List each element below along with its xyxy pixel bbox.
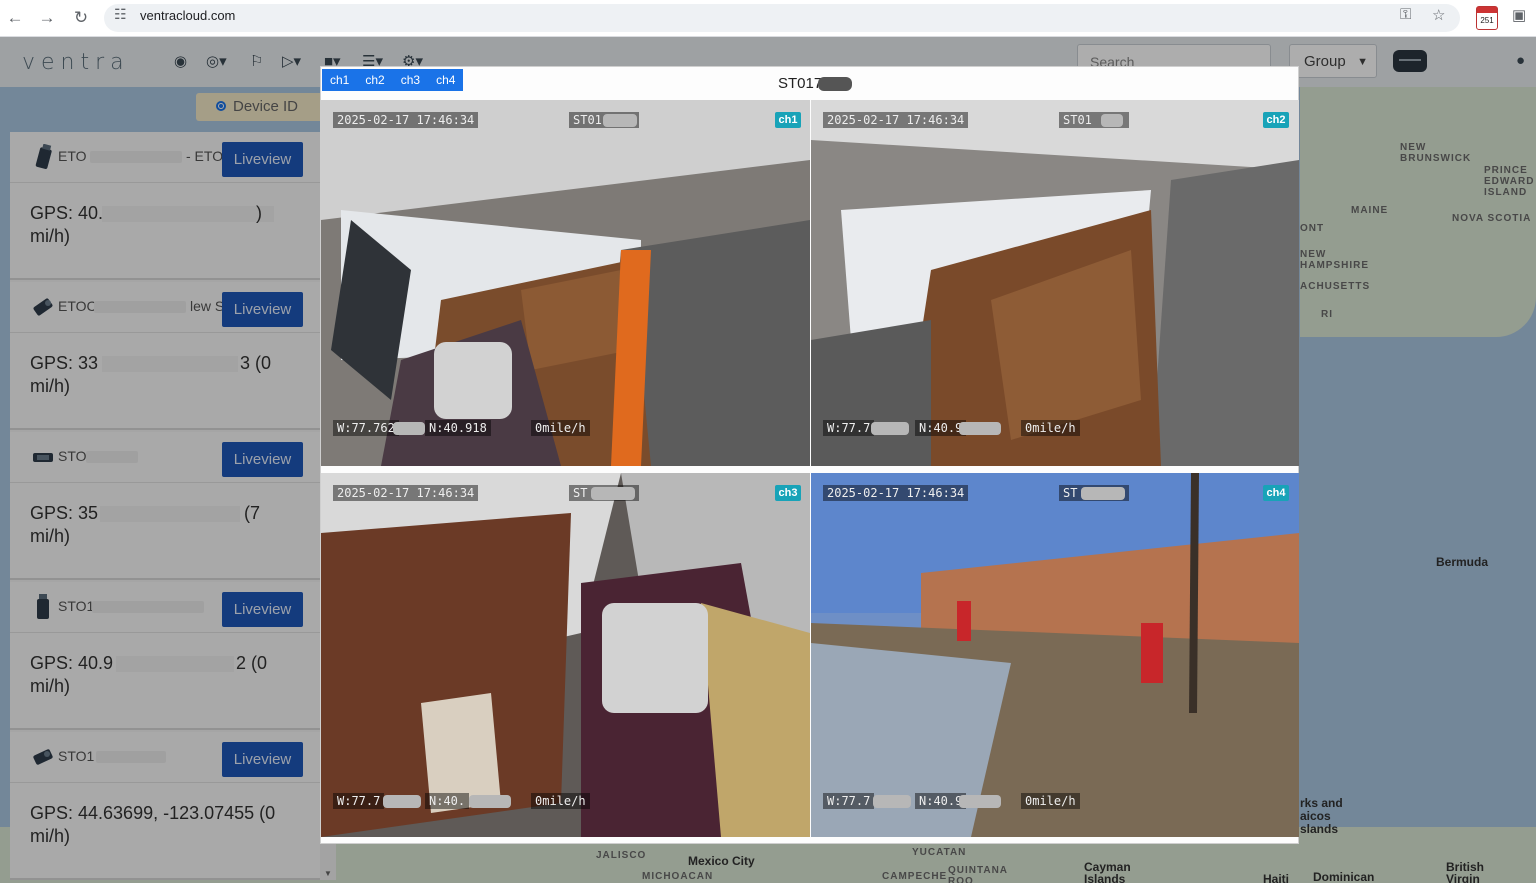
channel-badge: ch3	[775, 485, 801, 501]
redaction	[959, 422, 1001, 435]
osd-timestamp: 2025-02-17 17:46:34	[823, 112, 969, 128]
video-feed-ch1[interactable]: 2025-02-17 17:46:34 ST01 ch1 W:77.762 N:…	[321, 100, 810, 466]
osd-coord-n: N:40.	[425, 793, 470, 809]
tab-ch1[interactable]: ch1	[322, 69, 357, 91]
channel-tabs: ch1 ch2 ch3 ch4	[322, 69, 464, 91]
osd-coord-w: W:77.762	[333, 420, 399, 436]
osd-speed: 0mile/h	[1021, 420, 1080, 436]
address-bar[interactable]	[104, 4, 1460, 32]
redaction	[591, 487, 635, 500]
redaction	[818, 77, 852, 91]
browser-toolbar: ← → ↻ ☷ ventracloud.com ⚿ ☆ 251 ▣	[0, 0, 1536, 37]
redaction	[1101, 114, 1123, 127]
reload-icon[interactable]: ↻	[68, 5, 94, 31]
face-redaction	[434, 342, 512, 419]
redaction	[603, 114, 637, 127]
forward-icon[interactable]: →	[34, 5, 60, 31]
osd-speed: 0mile/h	[531, 420, 590, 436]
redaction	[383, 795, 421, 808]
redaction	[469, 795, 511, 808]
video-feed-ch4[interactable]: 2025-02-17 17:46:34 ST ch4 W:77.7 N:40.9…	[811, 473, 1299, 837]
calendar-extension-icon[interactable]: 251	[1476, 6, 1498, 30]
redaction	[1081, 487, 1125, 500]
url-text[interactable]: ventracloud.com	[140, 8, 235, 23]
tab-ch4[interactable]: ch4	[428, 69, 463, 91]
osd-coord-w: W:77.7	[823, 793, 875, 809]
osd-coord-w: W:77.7	[333, 793, 385, 809]
bus-interior-image	[811, 100, 1299, 466]
video-feed-ch2[interactable]: 2025-02-17 17:46:34 ST01 ch2 W:77.7 N:40…	[811, 100, 1299, 466]
osd-timestamp: 2025-02-17 17:46:34	[823, 485, 969, 501]
modal-title: ST017	[778, 75, 823, 92]
bus-driver-image	[321, 473, 810, 837]
redaction	[959, 795, 1001, 808]
face-redaction	[602, 603, 708, 713]
bookmark-star-icon[interactable]: ☆	[1432, 6, 1445, 24]
osd-timestamp: 2025-02-17 17:46:34	[333, 112, 479, 128]
extensions-icon[interactable]: ▣	[1512, 6, 1526, 24]
bus-interior-image	[321, 100, 810, 466]
redaction	[871, 422, 909, 435]
outdoor-school-image	[811, 473, 1299, 837]
site-settings-icon[interactable]: ☷	[114, 6, 127, 23]
osd-coord-n: N:40.918	[425, 420, 491, 436]
back-icon[interactable]: ←	[2, 5, 28, 31]
tab-ch3[interactable]: ch3	[393, 69, 428, 91]
osd-speed: 0mile/h	[1021, 793, 1080, 809]
redaction	[873, 795, 911, 808]
tab-ch2[interactable]: ch2	[357, 69, 392, 91]
channel-badge: ch2	[1263, 112, 1289, 128]
osd-speed: 0mile/h	[531, 793, 590, 809]
video-feed-ch3[interactable]: 2025-02-17 17:46:34 ST ch3 W:77.7 N:40. …	[321, 473, 810, 837]
osd-coord-w: W:77.7	[823, 420, 875, 436]
redaction	[393, 422, 425, 435]
password-key-icon[interactable]: ⚿	[1400, 6, 1411, 23]
liveview-modal: ch1 ch2 ch3 ch4 ST017 2025-02-17 17:46:3…	[320, 66, 1299, 844]
channel-badge: ch1	[775, 112, 801, 128]
channel-badge: ch4	[1263, 485, 1289, 501]
osd-timestamp: 2025-02-17 17:46:34	[333, 485, 479, 501]
